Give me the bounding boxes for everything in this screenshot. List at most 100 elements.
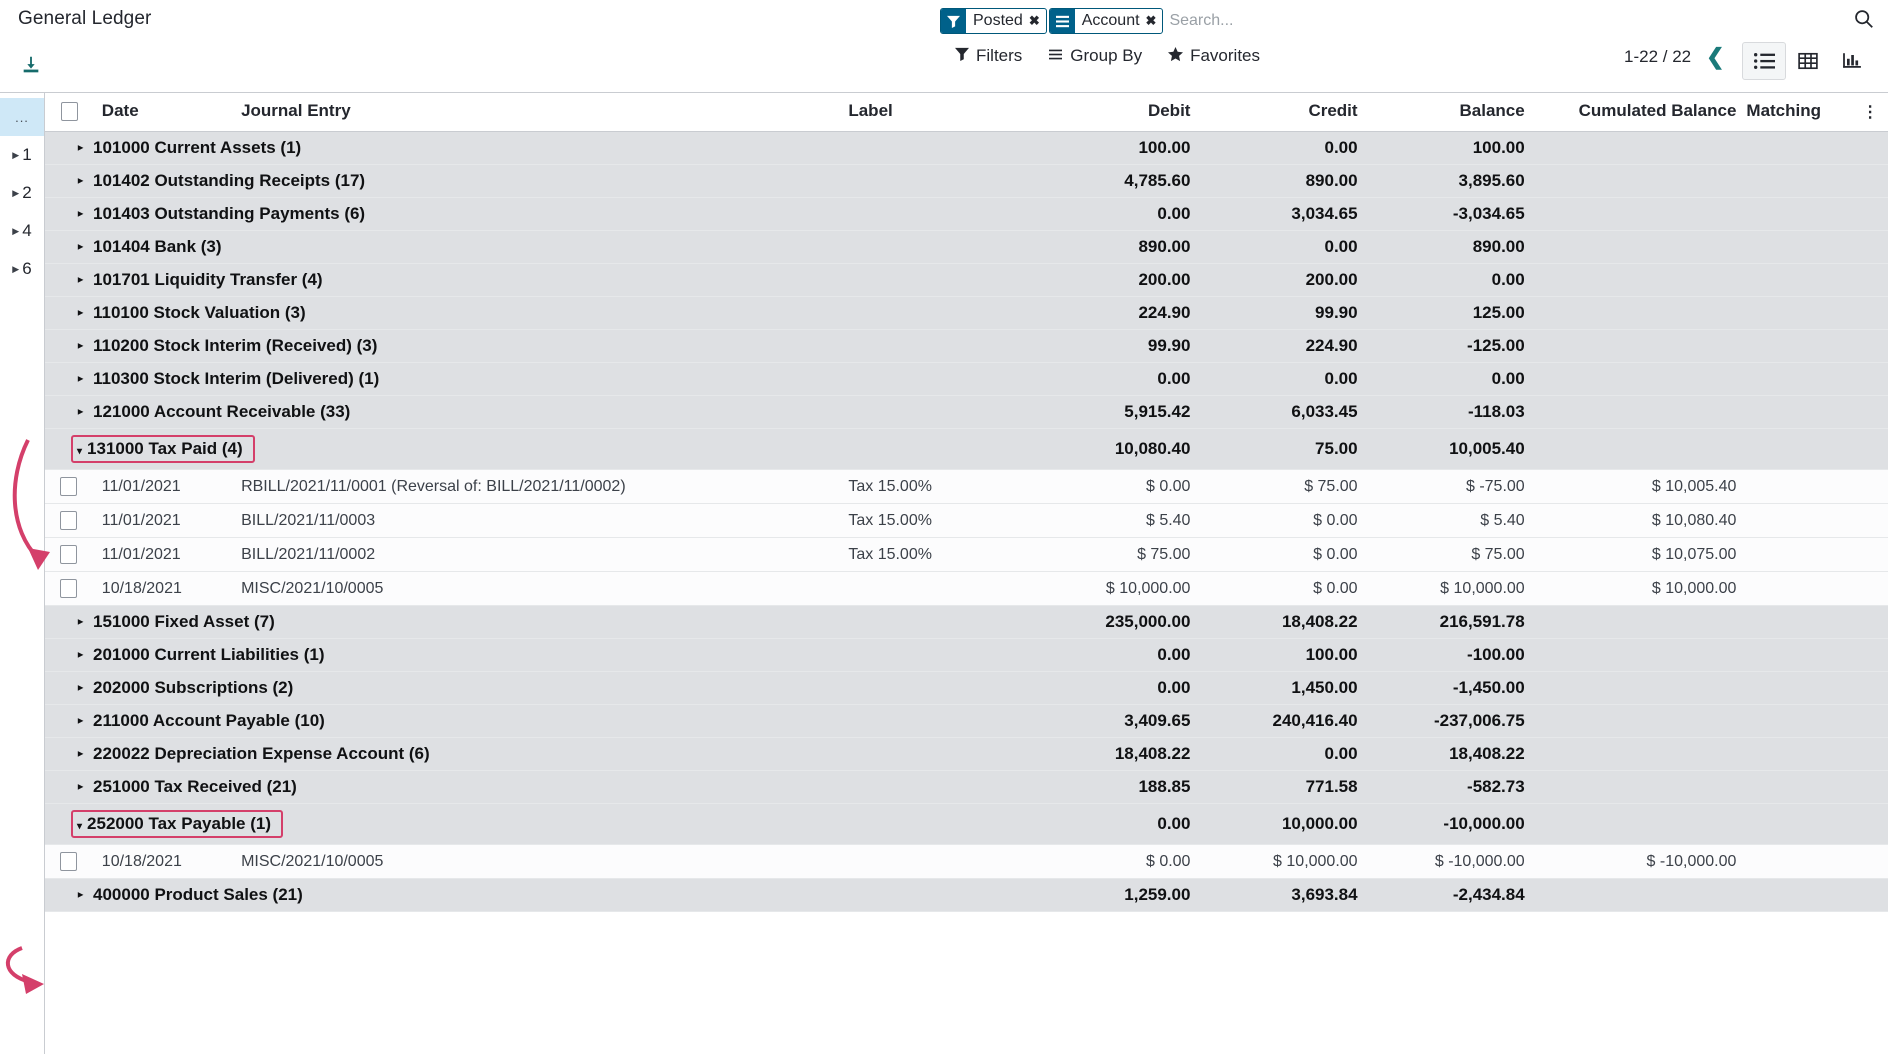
group-row[interactable]: ▸ 110200 Stock Interim (Received) (3) 99.9…	[45, 329, 1888, 364]
group-name-cell[interactable]: ▾ 252000 Tax Payable (1)	[45, 803, 1034, 846]
pager-previous-button[interactable]: ❮	[1701, 46, 1729, 68]
column-header-journal-entry[interactable]: Journal Entry	[231, 93, 839, 133]
highlighted-group-toggle[interactable]: ▾ 131000 Tax Paid (4)	[71, 435, 255, 464]
row-matching	[1746, 503, 1853, 539]
table-row[interactable]: 11/01/2021 BILL/2021/11/0003 Tax 15.00% $ 5…	[45, 503, 1888, 539]
row-journal-entry: BILL/2021/11/0002	[231, 537, 839, 573]
sidebar-item-label: 4	[22, 221, 32, 240]
row-credit: $ 0.00	[1200, 571, 1368, 607]
filters-menu[interactable]: Filters	[955, 46, 1022, 66]
pivot-view-button[interactable]	[1786, 42, 1830, 80]
row-credit: $ 0.00	[1200, 537, 1368, 573]
group-cumulated-balance	[1534, 230, 1747, 265]
group-name-cell[interactable]: ▸ 220022 Depreciation Expense Account (6)	[45, 737, 1034, 772]
select-all-checkbox[interactable]	[60, 102, 78, 122]
row-label	[838, 844, 1034, 880]
chevron-right-icon: ▸	[78, 373, 84, 385]
column-header-matching[interactable]: Matching	[1746, 93, 1853, 133]
column-header-cumulated-balance[interactable]: Cumulated Balance	[1534, 93, 1747, 133]
sidebar-item-4[interactable]: ▶ 4	[0, 212, 44, 250]
group-row[interactable]: ▸ 251000 Tax Received (21) 188.85 771.58 -58…	[45, 770, 1888, 805]
group-row[interactable]: ▸ 220022 Depreciation Expense Account (6)…	[45, 737, 1888, 772]
group-label: 251000 Tax Received (21)	[93, 777, 297, 797]
row-checkbox[interactable]	[59, 477, 77, 497]
group-name-cell[interactable]: ▸ 101403 Outstanding Payments (6)	[45, 197, 1034, 232]
sidebar-item-6[interactable]: ▶ 6	[0, 250, 44, 288]
group-name-cell[interactable]: ▸ 201000 Current Liabilities (1)	[45, 638, 1034, 673]
facet-account[interactable]: Account ✖	[1048, 8, 1164, 34]
group-name-cell[interactable]: ▸ 101404 Bank (3)	[45, 230, 1034, 265]
group-name-cell[interactable]: ▸ 101402 Outstanding Receipts (17)	[45, 164, 1034, 199]
list-view-button[interactable]	[1742, 42, 1786, 80]
row-options	[1852, 469, 1888, 505]
close-icon[interactable]: ✖	[1027, 9, 1046, 33]
group-row[interactable]: ▾ 252000 Tax Payable (1) 0.00 10,000.00 -10,…	[45, 803, 1888, 846]
sidebar-item-more[interactable]: ...	[0, 98, 44, 136]
group-name-cell[interactable]: ▸ 101000 Current Assets (1)	[45, 131, 1034, 166]
group-row[interactable]: ▾ 131000 Tax Paid (4) 10,080.40 75.00 10,005…	[45, 428, 1888, 471]
group-row[interactable]: ▸ 101404 Bank (3) 890.00 0.00 890.00	[45, 230, 1888, 265]
search-icon[interactable]	[1853, 8, 1874, 34]
group-name-cell[interactable]: ▾ 131000 Tax Paid (4)	[45, 428, 1034, 471]
row-checkbox[interactable]	[59, 579, 77, 599]
sidebar-item-2[interactable]: ▶ 2	[0, 174, 44, 212]
row-options	[1852, 844, 1888, 880]
group-matching	[1746, 164, 1853, 199]
group-label: 211000 Account Payable (10)	[93, 711, 325, 731]
group-row[interactable]: ▸ 110100 Stock Valuation (3) 224.90 99.90 12…	[45, 296, 1888, 331]
table-row[interactable]: 10/18/2021 MISC/2021/10/0005 $ 0.00 $ 10,00…	[45, 844, 1888, 880]
group-row[interactable]: ▸ 201000 Current Liabilities (1) 0.00 100.0…	[45, 638, 1888, 673]
group-row[interactable]: ▸ 202000 Subscriptions (2) 0.00 1,450.00 -1,…	[45, 671, 1888, 706]
row-checkbox[interactable]	[59, 545, 77, 565]
facet-posted[interactable]: Posted ✖	[940, 8, 1047, 34]
group-name-cell[interactable]: ▸ 202000 Subscriptions (2)	[45, 671, 1034, 706]
row-checkbox[interactable]	[59, 511, 77, 531]
group-name-cell[interactable]: ▸ 110100 Stock Valuation (3)	[45, 296, 1034, 331]
group-by-menu[interactable]: Group By	[1048, 46, 1142, 66]
column-header-label[interactable]: Label	[838, 93, 1034, 133]
table-row[interactable]: 11/01/2021 RBILL/2021/11/0001 (Reversal o…	[45, 469, 1888, 505]
group-debit: 188.85	[1033, 770, 1201, 805]
group-name-cell[interactable]: ▸ 101701 Liquidity Transfer (4)	[45, 263, 1034, 298]
group-name-cell[interactable]: ▸ 211000 Account Payable (10)	[45, 704, 1034, 739]
group-row[interactable]: ▸ 110300 Stock Interim (Delivered) (1) 0.0…	[45, 362, 1888, 397]
group-row[interactable]: ▸ 101701 Liquidity Transfer (4) 200.00 200.…	[45, 263, 1888, 298]
row-select-cell	[45, 844, 92, 880]
row-date: 10/18/2021	[91, 571, 232, 607]
favorites-menu[interactable]: Favorites	[1168, 46, 1260, 66]
group-label: 201000 Current Liabilities (1)	[93, 645, 325, 665]
group-name-cell[interactable]: ▸ 251000 Tax Received (21)	[45, 770, 1034, 805]
group-name-cell[interactable]: ▸ 110200 Stock Interim (Received) (3)	[45, 329, 1034, 364]
close-icon[interactable]: ✖	[1144, 9, 1163, 33]
table-row[interactable]: 11/01/2021 BILL/2021/11/0002 Tax 15.00% $ 7…	[45, 537, 1888, 573]
group-balance: -3,034.65	[1367, 197, 1535, 232]
group-row[interactable]: ▸ 121000 Account Receivable (33) 5,915.42 6…	[45, 395, 1888, 430]
group-row[interactable]: ▸ 400000 Product Sales (21) 1,259.00 3,693.…	[45, 878, 1888, 913]
highlighted-group-toggle[interactable]: ▾ 252000 Tax Payable (1)	[71, 810, 284, 839]
chevron-down-icon: ▾	[77, 821, 83, 833]
group-name-cell[interactable]: ▸ 121000 Account Receivable (33)	[45, 395, 1034, 430]
chevron-right-icon: ▸	[78, 649, 84, 661]
group-row[interactable]: ▸ 101000 Current Assets (1) 100.00 0.00 100.…	[45, 131, 1888, 166]
column-header-date[interactable]: Date	[91, 93, 232, 133]
sidebar-item-1[interactable]: ▶ 1	[0, 136, 44, 174]
chevron-right-icon: ▶	[12, 187, 20, 198]
group-options	[1852, 704, 1888, 739]
table-row[interactable]: 10/18/2021 MISC/2021/10/0005 $ 10,000.00 $ …	[45, 571, 1888, 607]
group-row[interactable]: ▸ 211000 Account Payable (10) 3,409.65 240,…	[45, 704, 1888, 739]
group-row[interactable]: ▸ 151000 Fixed Asset (7) 235,000.00 18,408.…	[45, 605, 1888, 640]
options-icon[interactable]: ⋮	[1862, 104, 1878, 121]
graph-view-button[interactable]	[1830, 42, 1874, 80]
group-label: 110300 Stock Interim (Delivered) (1)	[93, 369, 380, 389]
row-checkbox[interactable]	[59, 852, 77, 872]
group-row[interactable]: ▸ 101402 Outstanding Receipts (17) 4,785.6…	[45, 164, 1888, 199]
search-input[interactable]	[1165, 8, 1870, 34]
group-row[interactable]: ▸ 101403 Outstanding Payments (6) 0.00 3,03…	[45, 197, 1888, 232]
group-options	[1852, 638, 1888, 673]
group-name-cell[interactable]: ▸ 400000 Product Sales (21)	[45, 878, 1034, 913]
group-name-cell[interactable]: ▸ 151000 Fixed Asset (7)	[45, 605, 1034, 640]
column-header-credit[interactable]: Credit	[1200, 93, 1368, 133]
column-header-debit[interactable]: Debit	[1033, 93, 1201, 133]
group-name-cell[interactable]: ▸ 110300 Stock Interim (Delivered) (1)	[45, 362, 1034, 397]
column-header-balance[interactable]: Balance	[1367, 93, 1535, 133]
